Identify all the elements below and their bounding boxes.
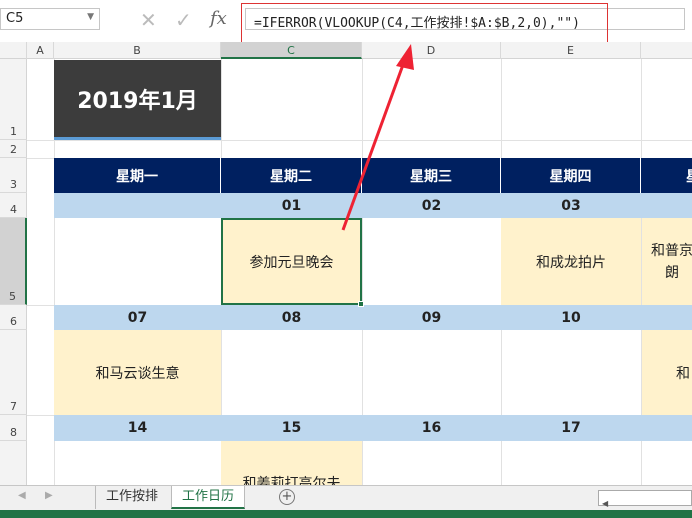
sheet-tab-work-schedule[interactable]: 工作按排 [95, 486, 168, 509]
scroll-right-icon[interactable]: ▶ [45, 490, 53, 501]
horizontal-scrollbar[interactable]: ◀ [598, 490, 692, 508]
scroll-left-icon[interactable]: ◀ [18, 490, 26, 501]
sheet-tab-bar: ◀ ▶ 工作按排 工作日历 + ◀ [0, 485, 692, 510]
status-bar [0, 510, 692, 518]
sheet-tab-work-calendar[interactable]: 工作日历 [171, 486, 246, 509]
scroll-left-arrow-icon[interactable]: ◀ [599, 499, 608, 508]
annotation-arrow [341, 44, 414, 231]
add-sheet-icon[interactable]: + [279, 489, 295, 505]
